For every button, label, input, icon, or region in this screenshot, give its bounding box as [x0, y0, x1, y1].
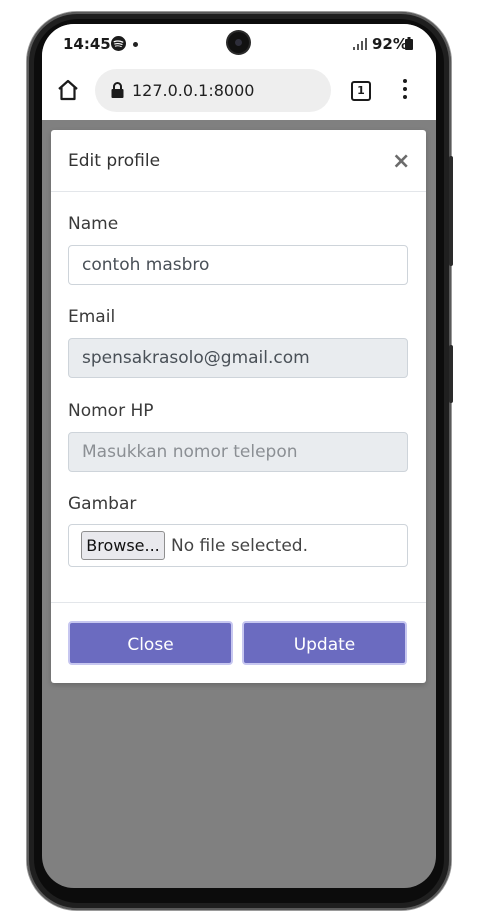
- edit-profile-modal: Edit profile × Name contoh masbro Email …: [51, 130, 426, 683]
- home-icon[interactable]: [56, 78, 80, 102]
- image-label: Gambar: [68, 494, 137, 514]
- browser-toolbar: 127.0.0.1:8000 1: [42, 64, 436, 120]
- phone-screen: 14:45 92% 127.0.0.1:8000 1 Edit profile …: [42, 24, 436, 888]
- file-status: No file selected.: [171, 536, 308, 556]
- front-camera: [228, 32, 249, 53]
- address-bar[interactable]: 127.0.0.1:8000: [95, 69, 331, 112]
- status-bar: 14:45 92%: [42, 24, 436, 64]
- modal-title: Edit profile: [68, 151, 161, 171]
- name-input[interactable]: contoh masbro: [68, 245, 408, 285]
- signal-icon: [353, 38, 367, 50]
- name-label: Name: [68, 214, 119, 234]
- modal-footer-divider: [51, 602, 426, 603]
- spotify-icon: [111, 36, 126, 51]
- tabs-icon[interactable]: 1: [351, 81, 371, 101]
- modal-header: Edit profile ×: [51, 130, 426, 192]
- battery-icon: [405, 37, 413, 50]
- status-time: 14:45: [63, 35, 111, 53]
- menu-icon[interactable]: [402, 79, 408, 101]
- phone-input[interactable]: Masukkan nomor telepon: [68, 432, 408, 472]
- url-text: 127.0.0.1:8000: [132, 81, 255, 100]
- browse-button[interactable]: Browse...: [81, 531, 165, 560]
- email-label: Email: [68, 307, 116, 327]
- close-button[interactable]: Close: [68, 621, 233, 665]
- power-button: [449, 156, 453, 266]
- phone-label: Nomor HP: [68, 401, 154, 421]
- image-file-input[interactable]: Browse... No file selected.: [68, 524, 408, 567]
- update-button[interactable]: Update: [242, 621, 407, 665]
- lock-icon: [111, 82, 124, 98]
- volume-button: [449, 345, 453, 403]
- email-input: spensakrasolo@gmail.com: [68, 338, 408, 378]
- close-icon[interactable]: ×: [392, 151, 410, 173]
- notification-dot-icon: [133, 42, 138, 47]
- battery-percent: 92%: [372, 35, 408, 53]
